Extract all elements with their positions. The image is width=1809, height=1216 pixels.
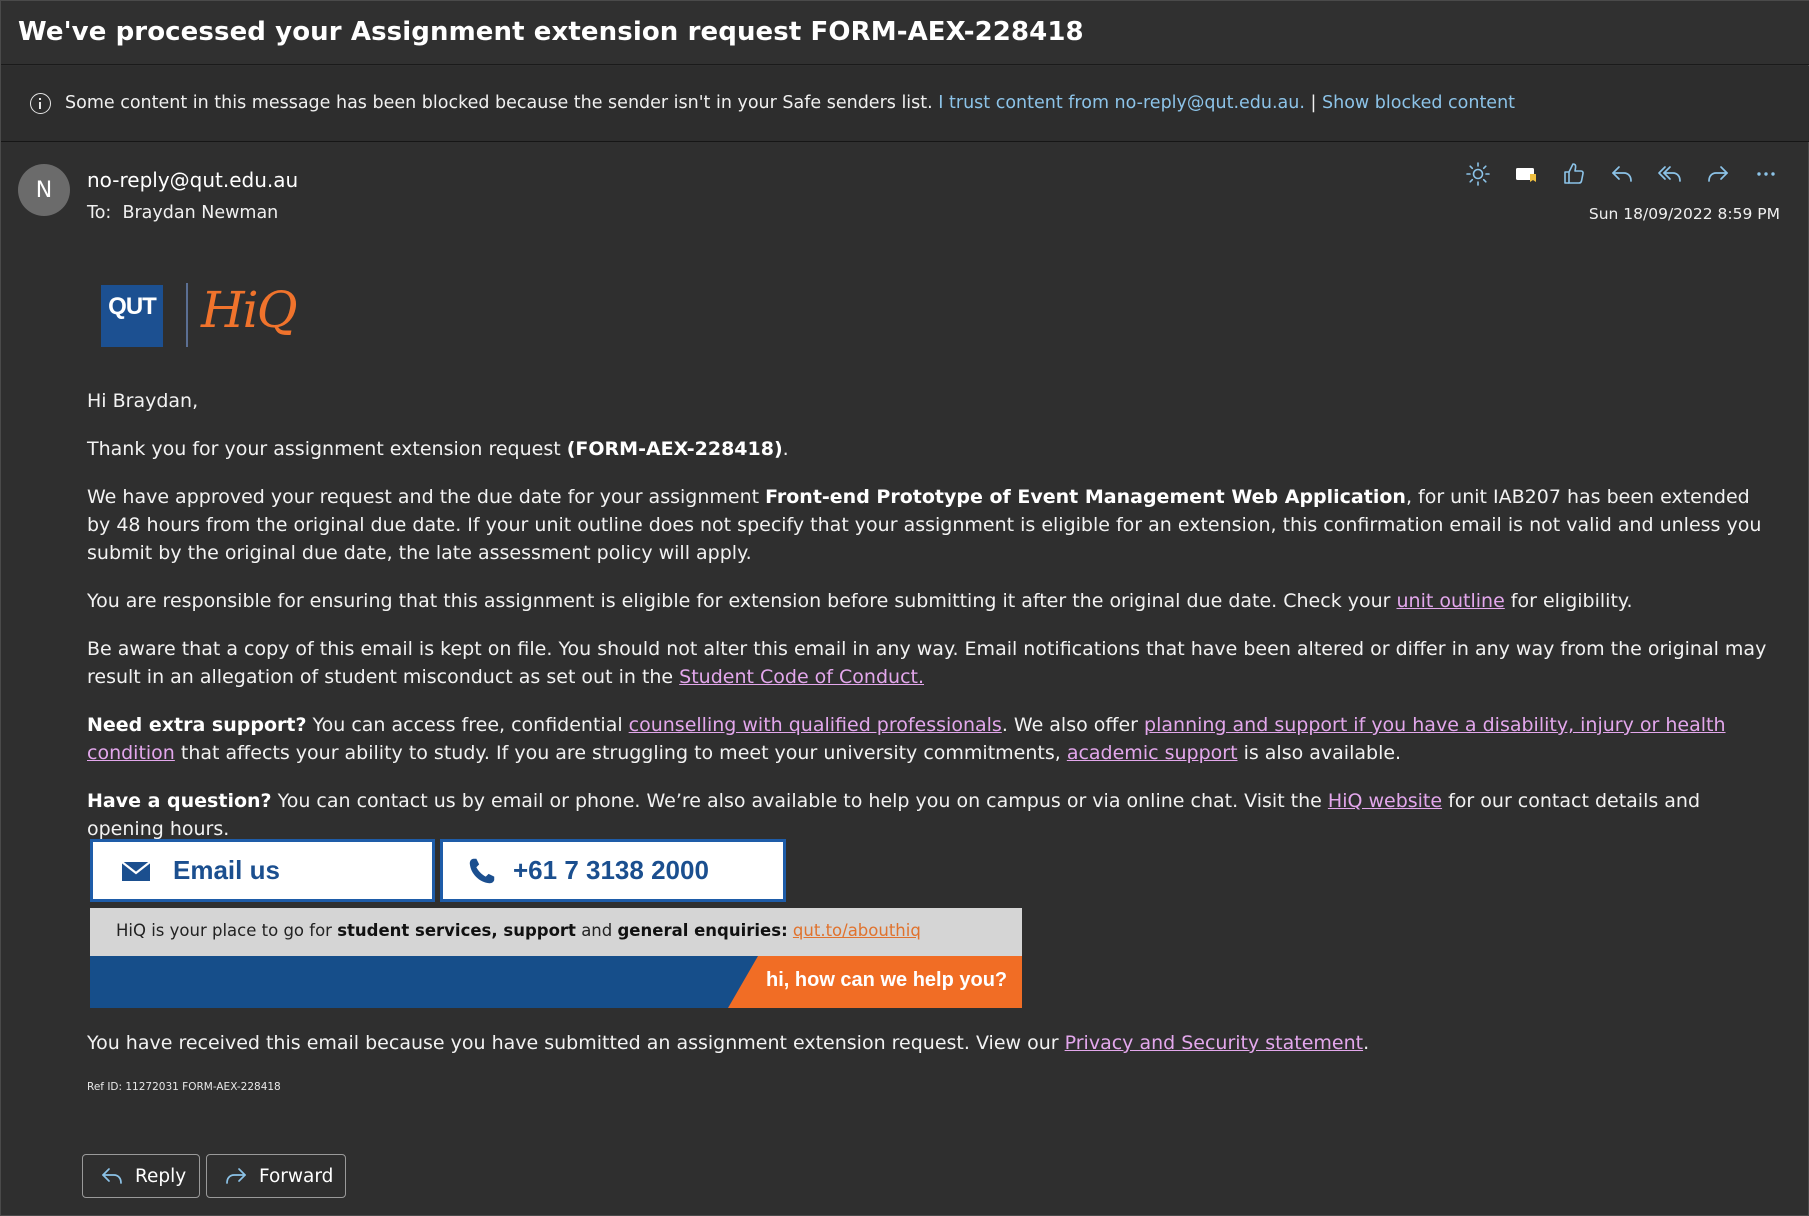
paragraph-question: Have a question? You can contact us by e…	[87, 787, 1767, 843]
thumbs-up-icon	[1564, 163, 1584, 184]
text: that affects your ability to study. If y…	[174, 742, 1067, 764]
text: . We also offer	[1001, 714, 1145, 736]
text: for eligibility.	[1504, 590, 1633, 612]
more-icon	[1757, 172, 1775, 176]
reference-id: Ref ID: 11272031 FORM-AEX-228418	[87, 1081, 281, 1093]
footer-note: You have received this email because you…	[87, 1032, 1369, 1054]
text: You can contact us by email or phone. We…	[271, 790, 1328, 812]
hiq-logo: HiQ	[201, 281, 298, 339]
tag-icon	[1516, 168, 1536, 182]
banner-text: HiQ is your place to go for student serv…	[116, 921, 921, 940]
text: You have received this email because you…	[87, 1032, 1065, 1054]
email-body: Hi Braydan, Thank you for your assignmen…	[87, 387, 1767, 863]
sun-icon	[1466, 162, 1490, 186]
blocked-content-bar: Some content in this message has been bl…	[1, 66, 1809, 142]
sent-date: Sun 18/09/2022 8:59 PM	[1588, 205, 1780, 223]
subject-bar: We've processed your Assignment extensio…	[1, 1, 1809, 65]
phone-icon	[465, 854, 499, 888]
more-actions-button[interactable]	[1750, 158, 1782, 190]
to-label: To:	[87, 203, 112, 223]
reply-all-icon	[1658, 166, 1681, 182]
paragraph-conduct: Be aware that a copy of this email is ke…	[87, 635, 1767, 691]
text: Be aware that a copy of this email is ke…	[87, 638, 1767, 688]
qut-logo: QUT	[101, 285, 163, 347]
text-bold: student services, support	[337, 921, 576, 940]
banner-info-strip: HiQ is your place to go for student serv…	[90, 908, 1022, 956]
blocked-notice: Some content in this message has been bl…	[65, 93, 1515, 113]
sender-address[interactable]: no-reply@qut.edu.au	[87, 168, 298, 192]
text-bold: general enquiries:	[617, 921, 788, 940]
academic-support-link[interactable]: academic support	[1067, 742, 1238, 764]
greeting: Hi Braydan,	[87, 390, 199, 412]
forward-button[interactable]: Forward	[206, 1154, 346, 1198]
text: You are responsible for ensuring that th…	[87, 590, 1397, 612]
reply-label: Reply	[135, 1165, 187, 1187]
paragraph-approval: We have approved your request and the du…	[87, 483, 1767, 567]
assignment-name: Front-end Prototype of Event Management …	[765, 486, 1406, 508]
email-subject: We've processed your Assignment extensio…	[18, 17, 1084, 47]
categorize-button[interactable]	[1510, 158, 1542, 190]
reply-all-action-button[interactable]	[1654, 158, 1686, 190]
code-of-conduct-link[interactable]: Student Code of Conduct.	[679, 666, 924, 688]
text: We have approved your request and the du…	[87, 486, 766, 508]
email-us-button[interactable]: Email us	[90, 839, 435, 902]
message-actions	[1462, 158, 1792, 190]
reply-icon	[1612, 166, 1632, 182]
separator: |	[1310, 93, 1317, 113]
hiq-banner: HiQ is your place to go for student serv…	[90, 908, 1022, 1008]
recipient-line: To: Braydan Newman	[87, 203, 278, 223]
phone-button[interactable]: +61 7 3138 2000	[440, 839, 786, 902]
forward-icon	[226, 1168, 246, 1184]
hiq-website-link[interactable]: HiQ website	[1328, 790, 1442, 812]
logo-divider	[186, 283, 188, 347]
abouthiq-link[interactable]: qut.to/abouthiq	[793, 921, 921, 940]
forward-icon	[1708, 166, 1728, 182]
forward-action-button[interactable]	[1702, 158, 1734, 190]
forward-label: Forward	[259, 1165, 334, 1187]
envelope-icon	[119, 854, 153, 888]
phone-number: +61 7 3138 2000	[513, 855, 709, 885]
question-heading: Have a question?	[87, 790, 272, 812]
info-icon	[30, 93, 51, 114]
like-button[interactable]	[1558, 158, 1590, 190]
text: and	[575, 921, 618, 940]
blocked-message: Some content in this message has been bl…	[65, 93, 933, 113]
text: Thank you for your assignment extension …	[87, 438, 567, 460]
privacy-statement-link[interactable]: Privacy and Security statement	[1065, 1032, 1364, 1054]
request-id: (FORM-AEX-228418)	[566, 438, 783, 460]
show-blocked-content-link[interactable]: Show blocked content	[1322, 93, 1515, 113]
reply-button[interactable]: Reply	[82, 1154, 200, 1198]
sender-avatar[interactable]: N	[18, 164, 70, 216]
paragraph-eligibility: You are responsible for ensuring that th…	[87, 587, 1767, 615]
unit-outline-link[interactable]: unit outline	[1397, 590, 1505, 612]
email-us-label: Email us	[173, 855, 280, 885]
contact-buttons: Email us +61 7 3138 2000	[90, 839, 790, 903]
text: is also available.	[1237, 742, 1402, 764]
text: You can access free, confidential	[306, 714, 629, 736]
banner-tagline: hi, how can we help you?	[766, 969, 1008, 991]
brightness-button[interactable]	[1462, 158, 1494, 190]
paragraph-thanks: Thank you for your assignment extension …	[87, 435, 1767, 463]
paragraph-support: Need extra support? You can access free,…	[87, 711, 1767, 767]
text: .	[782, 438, 789, 460]
reply-action-button[interactable]	[1606, 158, 1638, 190]
reply-icon	[102, 1168, 122, 1184]
banner-graphic: hi, how can we help you?	[90, 956, 1022, 1008]
trust-sender-link[interactable]: I trust content from no-reply@qut.edu.au…	[938, 93, 1305, 113]
recipient-name[interactable]: Braydan Newman	[122, 203, 278, 223]
qut-hiq-logo: QUT HiQ	[101, 279, 301, 349]
support-heading: Need extra support?	[87, 714, 307, 736]
counselling-link[interactable]: counselling with qualified professionals	[629, 714, 1002, 736]
email-reading-pane: We've processed your Assignment extensio…	[0, 0, 1809, 1216]
text: HiQ is your place to go for	[116, 921, 338, 940]
text: .	[1363, 1032, 1370, 1054]
